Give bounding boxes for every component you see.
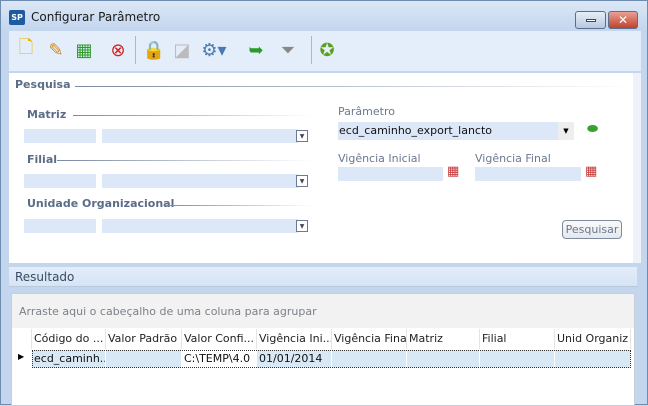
minimize-button[interactable] [575,11,606,29]
chevron-down-icon[interactable]: ▼ [558,122,574,140]
toolbar: 🗋 ✎ ▦ ⊗ 🔒 ◪ ⚙▾ ➥ ⏷ ✪ [9,31,641,71]
column-header[interactable]: Unid Organiz [555,329,631,349]
search-title: Pesquisa [15,78,71,91]
matriz-code-input[interactable] [24,129,96,143]
vigencia-final-input[interactable] [475,167,581,181]
table-cell[interactable] [332,350,407,368]
calendar-icon[interactable]: ▦ [585,164,597,179]
column-header[interactable]: Valor Padrão [106,329,182,349]
toolbar-separator [311,36,312,64]
column-header[interactable]: Filial [480,329,555,349]
divider [57,160,313,161]
unidade-select[interactable] [102,219,298,233]
scrollbar[interactable] [633,73,641,263]
title-bar: SP Configurar Parâmetro ✕ [1,1,647,31]
parametro-select[interactable]: ecd_caminho_export_lancto [338,122,558,140]
table-cell[interactable] [480,350,555,368]
config-icon[interactable]: ⚙▾ [201,36,227,64]
row-indicator-icon: ▶ [18,352,25,361]
table-cell[interactable] [407,350,480,368]
unidade-label: Unidade Organizacional [27,197,175,210]
app-icon: SP [9,10,25,25]
toolbar-separator [135,36,136,64]
ruler-icon[interactable]: ◪ [169,36,195,64]
column-header[interactable]: Vigência Ini... [257,329,332,349]
table-cell[interactable]: C:\TEMP\4.0 [182,350,257,368]
edit-icon[interactable]: ✎ [43,36,69,64]
chevron-down-icon[interactable]: ▼ [296,175,308,187]
unidade-code-input[interactable] [24,219,96,233]
delete-icon[interactable]: ⊗ [105,36,131,64]
vigencia-final-label: Vigência Final [475,152,551,165]
filial-code-input[interactable] [24,174,96,188]
column-header[interactable]: Matriz [407,329,480,349]
search-panel: Pesquisa Matriz ▼ Filial ▼ Unidade Organ… [9,73,633,263]
filter-icon[interactable]: ⏷ [275,36,301,64]
export-icon[interactable]: ➥ [243,36,269,64]
vigencia-inicial-input[interactable] [338,167,443,181]
filial-label: Filial [27,153,58,166]
window: SP Configurar Parâmetro ✕ 🗋 ✎ ▦ ⊗ 🔒 ◪ ⚙▾… [0,0,648,406]
result-grid: Arraste aqui o cabeçalho de uma coluna p… [11,293,635,406]
group-by-area[interactable]: Arraste aqui o cabeçalho de uma coluna p… [12,294,634,328]
calendar-icon[interactable]: ▦ [447,164,459,179]
eraser-icon[interactable]: ⬬ [587,122,598,137]
close-button[interactable]: ✕ [608,11,638,29]
table-cell[interactable] [106,350,182,368]
column-header[interactable]: Código do ... [32,329,106,349]
table-cell[interactable]: 01/01/2014 [257,350,332,368]
column-header[interactable]: Vigência Final [332,329,407,349]
lock-icon[interactable]: 🔒 [141,36,167,64]
add-row-icon[interactable]: ▦ [71,36,97,64]
pesquisar-button[interactable]: Pesquisar [562,220,622,239]
favorite-icon[interactable]: ✪ [314,36,340,64]
column-header[interactable]: Valor Confi... [182,329,257,349]
row-header [12,329,32,349]
divider [166,205,313,206]
minimize-icon [586,19,596,22]
result-title: Resultado [9,267,637,287]
matriz-label: Matriz [27,108,67,121]
divider [75,86,633,87]
window-title: Configurar Parâmetro [31,10,161,24]
new-icon[interactable]: 🗋 [13,36,39,64]
divider [73,115,313,116]
table-cell[interactable] [555,350,631,368]
vigencia-inicial-label: Vigência Inicial [338,152,421,165]
parametro-label: Parâmetro [338,105,395,118]
chevron-down-icon[interactable]: ▼ [296,220,308,232]
chevron-down-icon[interactable]: ▼ [296,130,308,142]
table-cell[interactable]: ecd_caminh... [32,350,106,368]
filial-select[interactable] [102,174,298,188]
matriz-select[interactable] [102,129,298,143]
